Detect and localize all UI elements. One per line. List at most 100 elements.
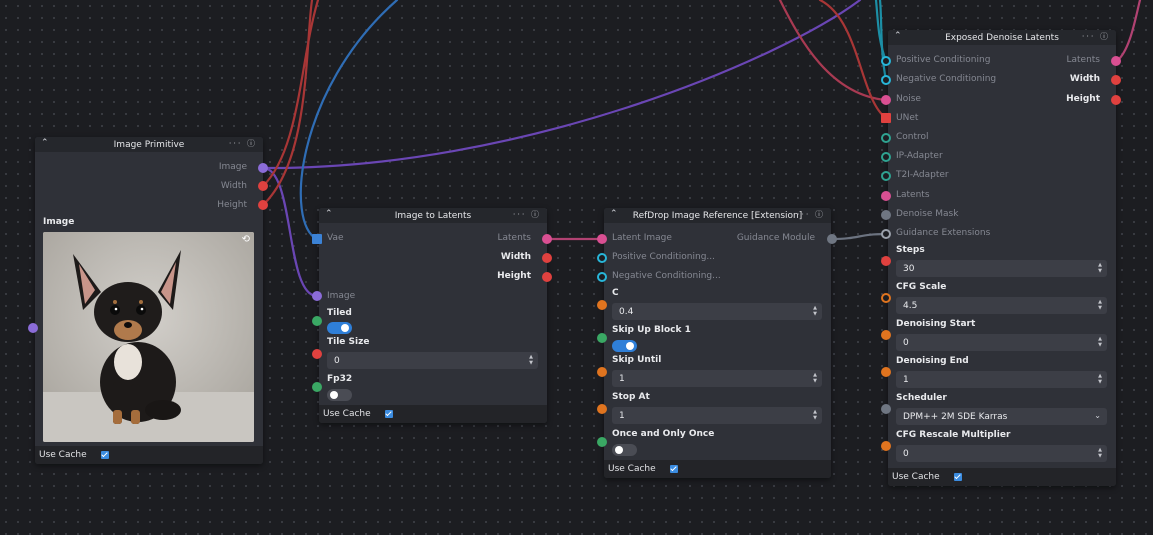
wire-positive-cond <box>874 0 888 63</box>
stepper-icon[interactable]: ▲ ▼ <box>1098 373 1102 385</box>
input-handle-guidance-extensions[interactable] <box>881 229 891 239</box>
stepper-icon[interactable]: ▲ ▼ <box>529 354 533 366</box>
chevron-up-icon[interactable]: ⌃ <box>325 209 333 219</box>
tiled-toggle[interactable] <box>327 322 352 334</box>
fp32-toggle[interactable] <box>327 389 352 401</box>
input-handle-negative[interactable] <box>597 272 607 282</box>
output-handle-height[interactable] <box>258 200 268 210</box>
input-handle-control[interactable] <box>881 133 891 143</box>
input-handle-image[interactable] <box>312 291 322 301</box>
output-handle-height[interactable] <box>1111 95 1121 105</box>
info-icon[interactable]: ⓘ <box>815 210 825 219</box>
input-handle-scheduler[interactable] <box>881 404 891 414</box>
input-handle-c[interactable] <box>597 300 607 310</box>
node-refdrop[interactable]: ⌃ RefDrop Image Reference [Extension] ··… <box>604 208 831 478</box>
output-label-width: Width <box>1069 74 1100 84</box>
input-label-denoise-mask: Denoise Mask <box>896 209 959 219</box>
input-handle-latent-image[interactable] <box>597 234 607 244</box>
input-handle-cfg-rescale[interactable] <box>881 441 891 451</box>
image-preview[interactable]: ⟲ <box>43 232 254 442</box>
stepper-icon[interactable]: ▲ ▼ <box>1098 447 1102 459</box>
stepper-icon[interactable]: ▲ ▼ <box>813 372 817 384</box>
output-handle-width[interactable] <box>258 181 268 191</box>
chevron-up-icon[interactable]: ⌃ <box>610 209 618 219</box>
input-handle-ip-adapter[interactable] <box>881 152 891 162</box>
input-handle-skip-up-block[interactable] <box>597 333 607 343</box>
steps-input[interactable]: 30 ▲ ▼ <box>896 260 1107 277</box>
input-handle-fp32[interactable] <box>312 382 322 392</box>
info-icon[interactable]: ⓘ <box>1100 32 1110 41</box>
tile-size-input[interactable]: 0 ▲ ▼ <box>327 352 538 369</box>
info-icon[interactable]: ⓘ <box>531 210 541 219</box>
node-header[interactable]: ⌃ Exposed Denoise Latents ··· ⓘ <box>888 30 1116 45</box>
output-handle-guidance-module[interactable] <box>827 234 837 244</box>
output-handle-width[interactable] <box>542 253 552 263</box>
field-label-scheduler: Scheduler <box>896 393 947 403</box>
input-handle-skip-until[interactable] <box>597 367 607 377</box>
input-handle-stop-at[interactable] <box>597 404 607 414</box>
chevron-up-icon[interactable]: ⌃ <box>894 31 902 41</box>
more-icon[interactable]: ··· <box>513 210 527 219</box>
input-handle-denoising-start[interactable] <box>881 330 891 340</box>
input-handle-vae[interactable] <box>312 234 322 244</box>
node-image-to-latents[interactable]: ⌃ Image to Latents ··· ⓘ Vae Latents Wid… <box>319 208 547 423</box>
scheduler-select[interactable]: DPM++ 2M SDE Karras ⌄ <box>896 408 1107 425</box>
use-cache-checkbox[interactable] <box>669 465 678 473</box>
stop-at-input[interactable]: 1 ▲ ▼ <box>612 407 822 424</box>
denoising-start-input[interactable]: 0 ▲ ▼ <box>896 334 1107 351</box>
node-image-primitive[interactable]: ⌃ Image Primitive ··· ⓘ Image Width Heig… <box>35 137 263 464</box>
input-handle-unet[interactable] <box>881 113 891 123</box>
chevron-down-icon[interactable]: ⌄ <box>1094 411 1101 420</box>
input-label-vae: Vae <box>327 233 344 243</box>
input-handle-negative-conditioning[interactable] <box>881 75 891 85</box>
output-handle-height[interactable] <box>542 272 552 282</box>
output-handle-width[interactable] <box>1111 75 1121 85</box>
input-handle-latents[interactable] <box>881 191 891 201</box>
reset-icon[interactable]: ⟲ <box>242 234 250 245</box>
input-handle-noise[interactable] <box>881 95 891 105</box>
node-header[interactable]: ⌃ Image to Latents ··· ⓘ <box>319 208 547 223</box>
more-icon[interactable]: ··· <box>1082 32 1096 41</box>
output-handle-latents[interactable] <box>1111 56 1121 66</box>
cfg-scale-input[interactable]: 4.5 ▲ ▼ <box>896 297 1107 314</box>
input-handle-steps[interactable] <box>881 256 891 266</box>
input-handle-positive[interactable] <box>597 253 607 263</box>
use-cache-checkbox[interactable] <box>384 410 393 418</box>
input-handle-tiled[interactable] <box>312 316 322 326</box>
skip-up-block-toggle[interactable] <box>612 340 637 352</box>
stepper-icon[interactable]: ▲ ▼ <box>1098 336 1102 348</box>
c-input[interactable]: 0.4 ▲ ▼ <box>612 303 822 320</box>
info-icon[interactable]: ⓘ <box>247 139 257 148</box>
input-handle-denoise-mask[interactable] <box>881 210 891 220</box>
stepper-icon[interactable]: ▲ ▼ <box>813 305 817 317</box>
more-icon[interactable]: ··· <box>229 139 243 148</box>
stepper-icon[interactable]: ▲ ▼ <box>1098 299 1102 311</box>
input-handle-positive-conditioning[interactable] <box>881 56 891 66</box>
stepper-icon[interactable]: ▲ ▼ <box>1098 262 1102 274</box>
input-handle-t2i-adapter[interactable] <box>881 171 891 181</box>
skip-until-input[interactable]: 1 ▲ ▼ <box>612 370 822 387</box>
stop-at-value: 1 <box>619 410 625 421</box>
once-only-toggle[interactable] <box>612 444 637 456</box>
stepper-icon[interactable]: ▲ ▼ <box>813 409 817 421</box>
use-cache-checkbox[interactable] <box>100 451 109 459</box>
input-handle-denoising-end[interactable] <box>881 367 891 377</box>
cfg-rescale-input[interactable]: 0 ▲ ▼ <box>896 445 1107 462</box>
use-cache-label: Use Cache <box>608 464 656 474</box>
output-handle-image[interactable] <box>258 163 268 173</box>
denoising-end-input[interactable]: 1 ▲ ▼ <box>896 371 1107 388</box>
output-handle-latents[interactable] <box>542 234 552 244</box>
node-exposed-denoise-latents[interactable]: ⌃ Exposed Denoise Latents ··· ⓘ Positive… <box>888 30 1116 486</box>
field-label-fp32: Fp32 <box>327 374 353 384</box>
input-handle-tile-size[interactable] <box>312 349 322 359</box>
input-handle-once-only[interactable] <box>597 437 607 447</box>
more-icon[interactable]: ··· <box>797 210 811 219</box>
node-header[interactable]: ⌃ RefDrop Image Reference [Extension] ··… <box>604 208 831 223</box>
input-handle-image[interactable] <box>28 323 38 333</box>
output-label-image: Image <box>218 162 247 172</box>
input-label-t2i-adapter: T2I-Adapter <box>896 170 949 180</box>
node-header[interactable]: ⌃ Image Primitive ··· ⓘ <box>35 137 263 152</box>
chevron-up-icon[interactable]: ⌃ <box>41 138 49 148</box>
use-cache-checkbox[interactable] <box>953 473 962 481</box>
input-handle-cfg-scale[interactable] <box>881 293 891 303</box>
